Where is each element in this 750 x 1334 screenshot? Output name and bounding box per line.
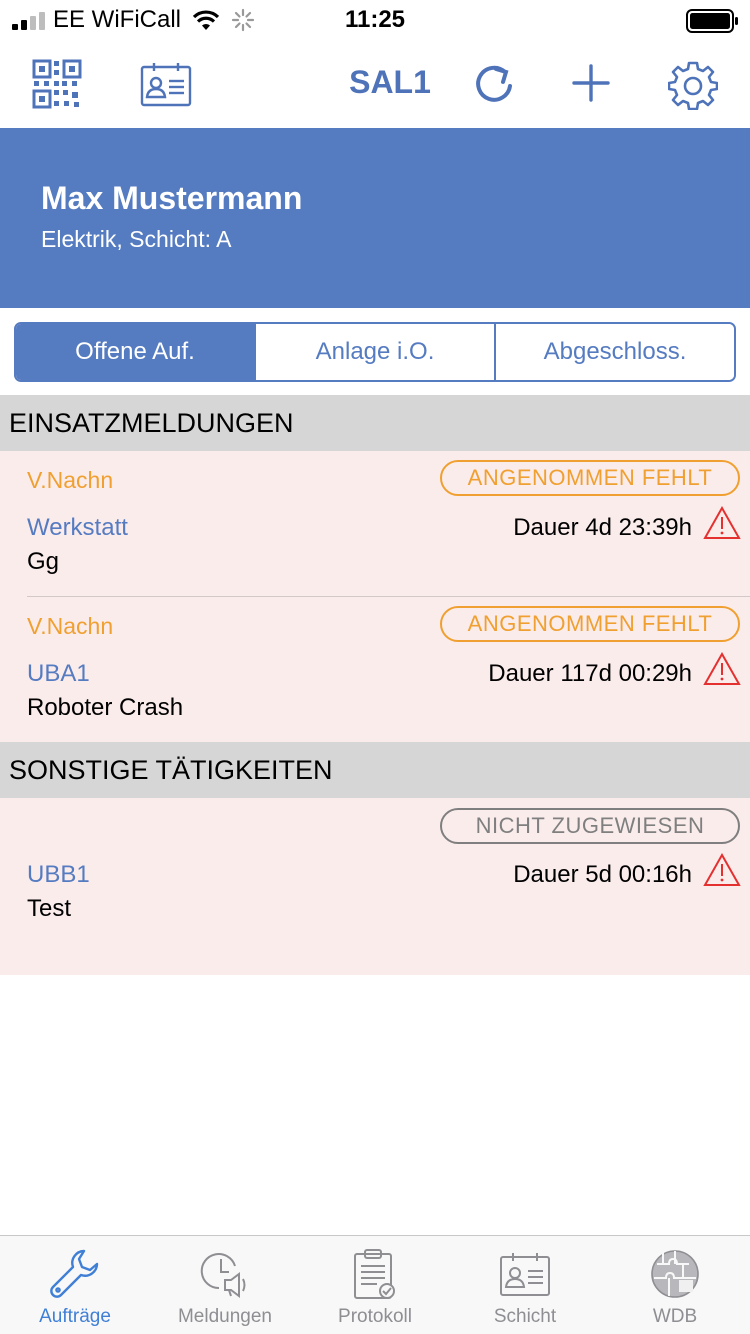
- tab-wdb[interactable]: WDB: [600, 1236, 750, 1334]
- battery-icon: [686, 9, 738, 33]
- reporter-name: V.Nachn: [27, 613, 114, 639]
- status-badge: ANGENOMMEN FEHLT: [440, 460, 740, 496]
- section-header-sonstige-taetigkeiten: SONSTIGE TÄTIGKEITEN: [0, 742, 750, 798]
- tab-bar: Aufträge Meldungen Protokoll Schicht WDB: [0, 1235, 750, 1334]
- qr-code-icon[interactable]: [30, 58, 84, 110]
- reporter-name: V.Nachn: [27, 467, 114, 493]
- puzzle-globe-icon: [649, 1248, 701, 1300]
- segment-open-orders[interactable]: Offene Auf.: [16, 324, 256, 380]
- id-badge-icon: [499, 1248, 551, 1300]
- station-label: UBA1: [27, 660, 90, 687]
- wrench-icon: [49, 1248, 101, 1300]
- user-header: Max Mustermann Elektrik, Schicht: A: [0, 128, 750, 308]
- station-label: UBB1: [27, 861, 90, 888]
- duration-label: Dauer 117d 00:29h: [488, 660, 692, 687]
- segment-plant-ok[interactable]: Anlage i.O.: [256, 324, 496, 380]
- tab-auftraege[interactable]: Aufträge: [0, 1236, 150, 1334]
- tab-label: Meldungen: [177, 1306, 273, 1327]
- tab-label: WDB: [652, 1306, 698, 1327]
- section-header-einsatzmeldungen: EINSATZMELDUNGEN: [0, 395, 750, 451]
- description-label: Gg: [27, 548, 60, 575]
- list-item[interactable]: V.Nachn ANGENOMMEN FEHLT Werkstatt Dauer…: [0, 451, 750, 596]
- navigation-bar: SAL1: [0, 40, 750, 128]
- description-label: Test: [27, 895, 72, 922]
- list-item[interactable]: NICHT ZUGEWIESEN UBB1 Dauer 5d 00:16h Te…: [0, 798, 750, 975]
- duration-label: Dauer 4d 23:39h: [513, 514, 692, 541]
- warning-icon: [703, 652, 741, 685]
- warning-icon: [703, 506, 741, 539]
- tab-label: Protokoll: [338, 1306, 412, 1327]
- clipboard-icon: [349, 1248, 401, 1300]
- status-badge: NICHT ZUGEWIESEN: [440, 808, 740, 844]
- user-role-shift: Elektrik, Schicht: A: [41, 226, 232, 252]
- tab-label: Aufträge: [39, 1306, 111, 1327]
- description-label: Roboter Crash: [27, 694, 184, 721]
- section-einsatzmeldungen: V.Nachn ANGENOMMEN FEHLT Werkstatt Dauer…: [0, 451, 750, 742]
- warning-icon: [703, 853, 741, 886]
- clock-megaphone-icon: [199, 1248, 251, 1300]
- filter-segmented-control: Offene Auf. Anlage i.O. Abgeschloss.: [14, 322, 736, 382]
- segment-completed[interactable]: Abgeschloss.: [496, 324, 734, 380]
- list-item[interactable]: V.Nachn ANGENOMMEN FEHLT UBA1 Dauer 117d…: [0, 597, 750, 742]
- status-bar: EE WiFiCall 11:25: [0, 0, 750, 40]
- duration-label: Dauer 5d 00:16h: [513, 861, 692, 888]
- user-name: Max Mustermann: [41, 180, 303, 216]
- clock: 11:25: [344, 6, 406, 33]
- section-sonstige-taetigkeiten: NICHT ZUGEWIESEN UBB1 Dauer 5d 00:16h Te…: [0, 798, 750, 975]
- tab-meldungen[interactable]: Meldungen: [150, 1236, 300, 1334]
- tab-label: Schicht: [493, 1306, 557, 1327]
- gear-icon[interactable]: [666, 58, 720, 112]
- tab-schicht[interactable]: Schicht: [450, 1236, 600, 1334]
- status-badge: ANGENOMMEN FEHLT: [440, 606, 740, 642]
- tab-protokoll[interactable]: Protokoll: [300, 1236, 450, 1334]
- station-label: Werkstatt: [27, 514, 128, 541]
- page-title: SAL1: [349, 64, 431, 100]
- plus-icon[interactable]: [568, 60, 614, 106]
- id-card-icon[interactable]: [140, 60, 192, 108]
- refresh-icon[interactable]: [470, 60, 520, 110]
